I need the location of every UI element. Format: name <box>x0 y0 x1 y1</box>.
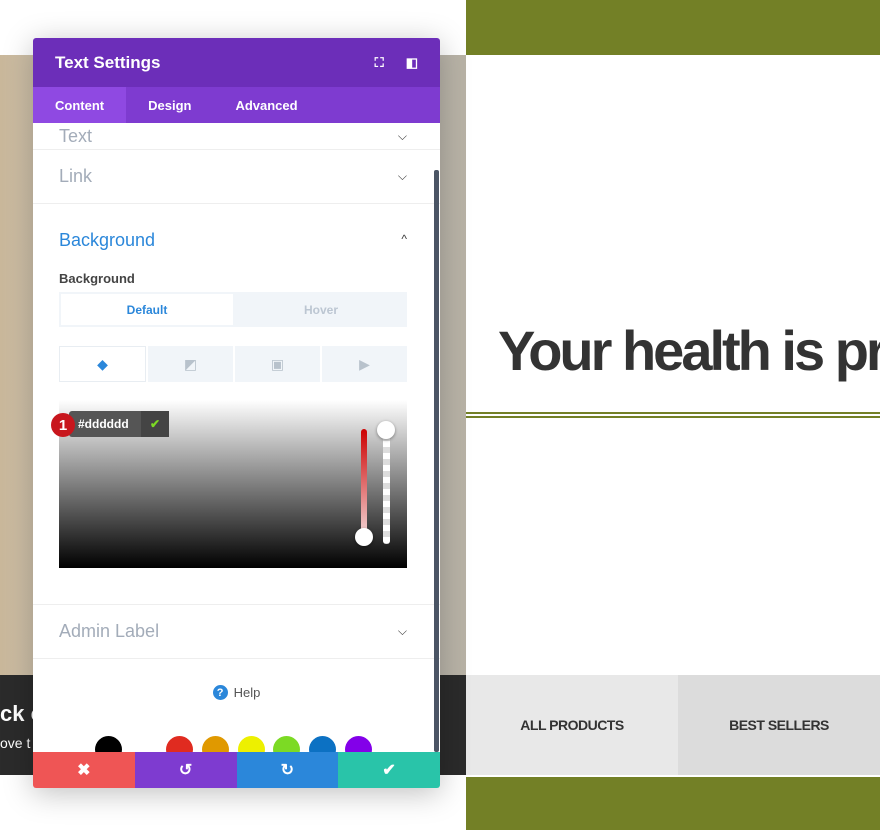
background-field-label: Background <box>59 271 135 286</box>
tab-design[interactable]: Design <box>126 87 213 123</box>
state-toggle: Default Hover <box>59 292 407 327</box>
save-button[interactable]: ✔ <box>338 752 440 788</box>
sidebar-icon[interactable]: ◧ <box>406 55 418 71</box>
undo-icon: ↺ <box>178 762 193 779</box>
modal-footer: ✖ ↺ ↻ ✔ <box>33 752 440 788</box>
color-icon[interactable]: ◆ <box>59 346 146 382</box>
opacity-slider[interactable] <box>383 429 390 544</box>
tab-advanced[interactable]: Advanced <box>213 87 319 123</box>
undo-button[interactable]: ↺ <box>134 752 237 788</box>
modal-header: Text Settings ⛶ ◧ <box>33 38 440 87</box>
video-icon[interactable]: ▶ <box>322 346 407 382</box>
tab-all-products[interactable]: ALL PRODUCTS <box>466 675 678 775</box>
section-background: Background ^ Background Default Hover ◆ … <box>33 204 440 763</box>
olive-band-bottom <box>466 777 880 830</box>
scrollbar[interactable] <box>434 170 439 752</box>
help-icon: ? <box>212 685 228 700</box>
section-text-label: Text <box>59 125 93 146</box>
help-link[interactable]: ? Help <box>33 685 440 700</box>
state-default[interactable]: Default <box>61 294 233 325</box>
opacity-handle[interactable] <box>377 421 395 439</box>
close-icon: ✖ <box>77 762 91 779</box>
chevron-down-icon: ⌵ <box>397 169 407 183</box>
check-icon[interactable]: ✔ <box>141 411 169 437</box>
state-hover[interactable]: Hover <box>235 292 407 327</box>
section-background-label[interactable]: Background <box>59 230 155 251</box>
chevron-down-icon: ⌵ <box>397 624 407 638</box>
step-badge: 1 <box>51 413 75 437</box>
text-settings-modal: Text Settings ⛶ ◧ Content Design Advanced… <box>33 38 440 788</box>
redo-button[interactable]: ↻ <box>236 752 339 788</box>
section-link[interactable]: Link ⌵ <box>33 150 440 204</box>
image-icon[interactable]: ▣ <box>235 346 320 382</box>
gradient-icon[interactable]: ◩ <box>148 346 233 382</box>
section-link-label: Link <box>59 166 93 186</box>
check-icon: ✔ <box>382 762 396 779</box>
band-text: ove t <box>0 735 31 751</box>
color-hex-input[interactable]: #dddddd ✔ <box>69 411 169 437</box>
olive-band-top <box>466 0 880 55</box>
hue-slider[interactable] <box>361 429 367 539</box>
hex-value: #dddddd <box>78 417 129 431</box>
help-label: Help <box>233 685 261 700</box>
fullscreen-icon[interactable]: ⛶ <box>375 55 384 71</box>
modal-title: Text Settings <box>55 52 161 72</box>
chevron-down-icon: ⌵ <box>397 128 407 143</box>
tab-best-sellers[interactable]: BEST SELLERS <box>678 675 880 775</box>
hero-heading: Your health is pr <box>498 319 880 382</box>
hue-handle[interactable] <box>355 528 373 546</box>
section-admin-label[interactable]: Admin Label ⌵ <box>33 605 440 659</box>
redo-icon: ↻ <box>280 762 295 779</box>
background-type-tabs: ◆ ◩ ▣ ▶ <box>59 346 407 382</box>
section-admin-label-text: Admin Label <box>59 621 160 641</box>
double-divider <box>466 412 880 418</box>
close-button[interactable]: ✖ <box>33 752 135 788</box>
tab-content[interactable]: Content <box>33 87 127 123</box>
chevron-up-icon[interactable]: ^ <box>401 232 407 246</box>
